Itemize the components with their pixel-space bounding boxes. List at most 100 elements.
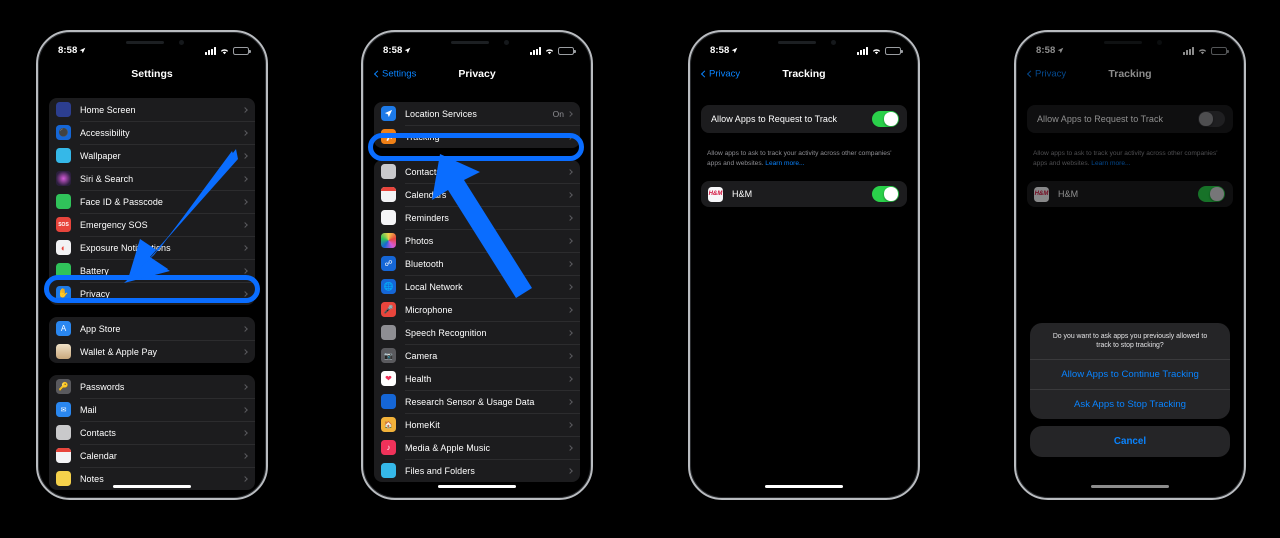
alert-box: Do you want to ask apps you previously a… — [1030, 322, 1230, 419]
wallpaper-icon — [56, 148, 71, 163]
chevron-right-icon — [567, 133, 573, 140]
chevron-right-icon — [242, 175, 248, 182]
row-label: Exposure Notifications — [80, 242, 171, 253]
wallet-icon — [56, 344, 71, 359]
research-sensor-icon — [381, 394, 396, 409]
sidebar-item-homekit[interactable]: 🏠 HomeKit — [374, 413, 580, 436]
wifi-icon — [220, 48, 229, 54]
sidebar-item-exposure-notifications[interactable]: ◐ Exposure Notifications — [49, 236, 255, 259]
sidebar-item-wallpaper[interactable]: Wallpaper — [49, 144, 255, 167]
sidebar-item-tracking[interactable]: Tracking — [374, 125, 580, 148]
hm-app-toggle[interactable] — [872, 186, 899, 203]
sidebar-item-camera[interactable]: 📷 Camera — [374, 344, 580, 367]
sidebar-item-wallet-apple-pay[interactable]: Wallet & Apple Pay — [49, 340, 255, 363]
exposure-notifications-icon: ◐ — [56, 240, 71, 255]
row-label: Camera — [405, 350, 438, 361]
allow-continue-tracking-button[interactable]: Allow Apps to Continue Tracking — [1030, 359, 1230, 389]
cellular-bars-icon — [205, 47, 216, 55]
sidebar-item-research-sensor-usage-data[interactable]: Research Sensor & Usage Data — [374, 390, 580, 413]
mail-icon: ✉ — [56, 402, 71, 417]
speaker-icon — [126, 41, 164, 44]
row-label: Siri & Search — [80, 173, 134, 184]
wifi-icon — [872, 48, 881, 54]
chevron-left-icon — [373, 70, 382, 78]
row-label: Speech Recognition — [405, 327, 487, 338]
sidebar-item-bluetooth[interactable]: ☍ Bluetooth — [374, 252, 580, 275]
chevron-right-icon — [242, 383, 248, 390]
contacts-icon — [381, 164, 396, 179]
sidebar-item-home-screen[interactable]: Home Screen — [49, 98, 255, 121]
sidebar-item-accessibility[interactable]: ⚫ Accessibility — [49, 121, 255, 144]
status-bar-left: 8:58 — [58, 45, 86, 56]
sidebar-item-calendars[interactable]: Calendars — [374, 183, 580, 206]
row-value: On — [552, 108, 564, 119]
app-row-hm[interactable]: H&M H&M — [701, 181, 907, 207]
sidebar-item-contacts[interactable]: Contacts — [49, 421, 255, 444]
sidebar-item-siri-search[interactable]: Siri & Search — [49, 167, 255, 190]
phone-3-screen: 8:58 Privacy Tracking Allow Apps to Requ… — [693, 35, 915, 495]
chevron-right-icon — [567, 214, 573, 221]
status-bar-right — [530, 46, 576, 55]
row-label: HomeKit — [405, 419, 440, 430]
notch — [100, 35, 204, 54]
allow-apps-toggle[interactable] — [872, 111, 899, 127]
sidebar-item-media-apple-music[interactable]: ♪ Media & Apple Music — [374, 436, 580, 459]
sidebar-item-mail[interactable]: ✉ Mail — [49, 398, 255, 421]
home-indicator — [438, 484, 516, 488]
speaker-icon — [451, 41, 489, 44]
sidebar-item-local-network[interactable]: 🌐 Local Network — [374, 275, 580, 298]
sidebar-item-contacts[interactable]: Contacts — [374, 160, 580, 183]
notch — [425, 35, 529, 54]
chevron-right-icon — [242, 221, 248, 228]
sidebar-item-microphone[interactable]: 🎤 Microphone — [374, 298, 580, 321]
sidebar-item-photos[interactable]: Photos — [374, 229, 580, 252]
tracking-apps-group: H&M H&M — [701, 181, 907, 208]
sidebar-item-speech-recognition[interactable]: Speech Recognition — [374, 321, 580, 344]
row-label: Research Sensor & Usage Data — [405, 396, 535, 407]
emergency-sos-icon: SOS — [56, 217, 71, 232]
sidebar-item-privacy[interactable]: ✋ Privacy — [49, 282, 255, 305]
allow-apps-request-track-row[interactable]: Allow Apps to Request to Track — [701, 105, 907, 133]
sidebar-item-location-services[interactable]: Location Services On — [374, 102, 580, 125]
row-label: Location Services — [405, 108, 477, 119]
tracking-settings: Allow Apps to Request to Track Allow app… — [693, 87, 915, 208]
sidebar-item-calendar[interactable]: Calendar — [49, 444, 255, 467]
sidebar-item-battery[interactable]: Battery — [49, 259, 255, 282]
back-button-privacy[interactable]: Privacy — [700, 69, 740, 80]
sidebar-item-reminders[interactable]: Reminders — [374, 206, 580, 229]
allow-tracking-group: Allow Apps to Request to Track — [701, 105, 907, 133]
phone-1-settings: 8:58 Settings Home Screen ⚫ Accessibilit… — [36, 30, 268, 500]
ask-stop-tracking-button[interactable]: Ask Apps to Stop Tracking — [1030, 389, 1230, 419]
hm-app-icon: H&M — [708, 186, 723, 202]
sidebar-item-files-and-folders[interactable]: Files and Folders — [374, 459, 580, 482]
home-indicator — [765, 484, 843, 488]
chevron-right-icon — [242, 452, 248, 459]
chevron-right-icon — [242, 129, 248, 136]
home-indicator — [113, 484, 191, 488]
privacy-hand-icon: ✋ — [56, 286, 71, 301]
learn-more-link[interactable]: Learn more... — [765, 160, 804, 167]
phone-2-screen: 8:58 Settings Privacy Location Services … — [366, 35, 588, 495]
health-icon: ❤ — [381, 371, 396, 386]
phone-4-tracking-alert: 8:58 Privacy Tracking Allow Apps to Requ… — [1014, 30, 1246, 500]
page-title: Settings — [131, 68, 173, 80]
row-label: Battery — [80, 265, 109, 276]
speaker-icon — [778, 41, 816, 44]
sidebar-item-face-id-passcode[interactable]: Face ID & Passcode — [49, 190, 255, 213]
row-label: Accessibility — [80, 127, 130, 138]
chevron-right-icon — [567, 260, 573, 267]
cancel-button[interactable]: Cancel — [1030, 426, 1230, 457]
sidebar-item-app-store[interactable]: A App Store — [49, 317, 255, 340]
row-label: Tracking — [405, 131, 440, 142]
status-bar-left: 8:58 — [383, 45, 411, 56]
privacy-group-2: Contacts Calendars Reminders Photos ☍ Bl… — [374, 160, 580, 482]
status-bar-right — [857, 46, 903, 55]
screenshot-stage: 8:58 Settings Home Screen ⚫ Accessibilit… — [0, 0, 1280, 538]
status-time: 8:58 — [383, 45, 403, 56]
sidebar-item-health[interactable]: ❤ Health — [374, 367, 580, 390]
back-button-settings[interactable]: Settings — [373, 69, 416, 80]
chevron-right-icon — [242, 106, 248, 113]
chevron-right-icon — [242, 267, 248, 274]
sidebar-item-passwords[interactable]: 🔑 Passwords — [49, 375, 255, 398]
sidebar-item-emergency-sos[interactable]: SOS Emergency SOS — [49, 213, 255, 236]
